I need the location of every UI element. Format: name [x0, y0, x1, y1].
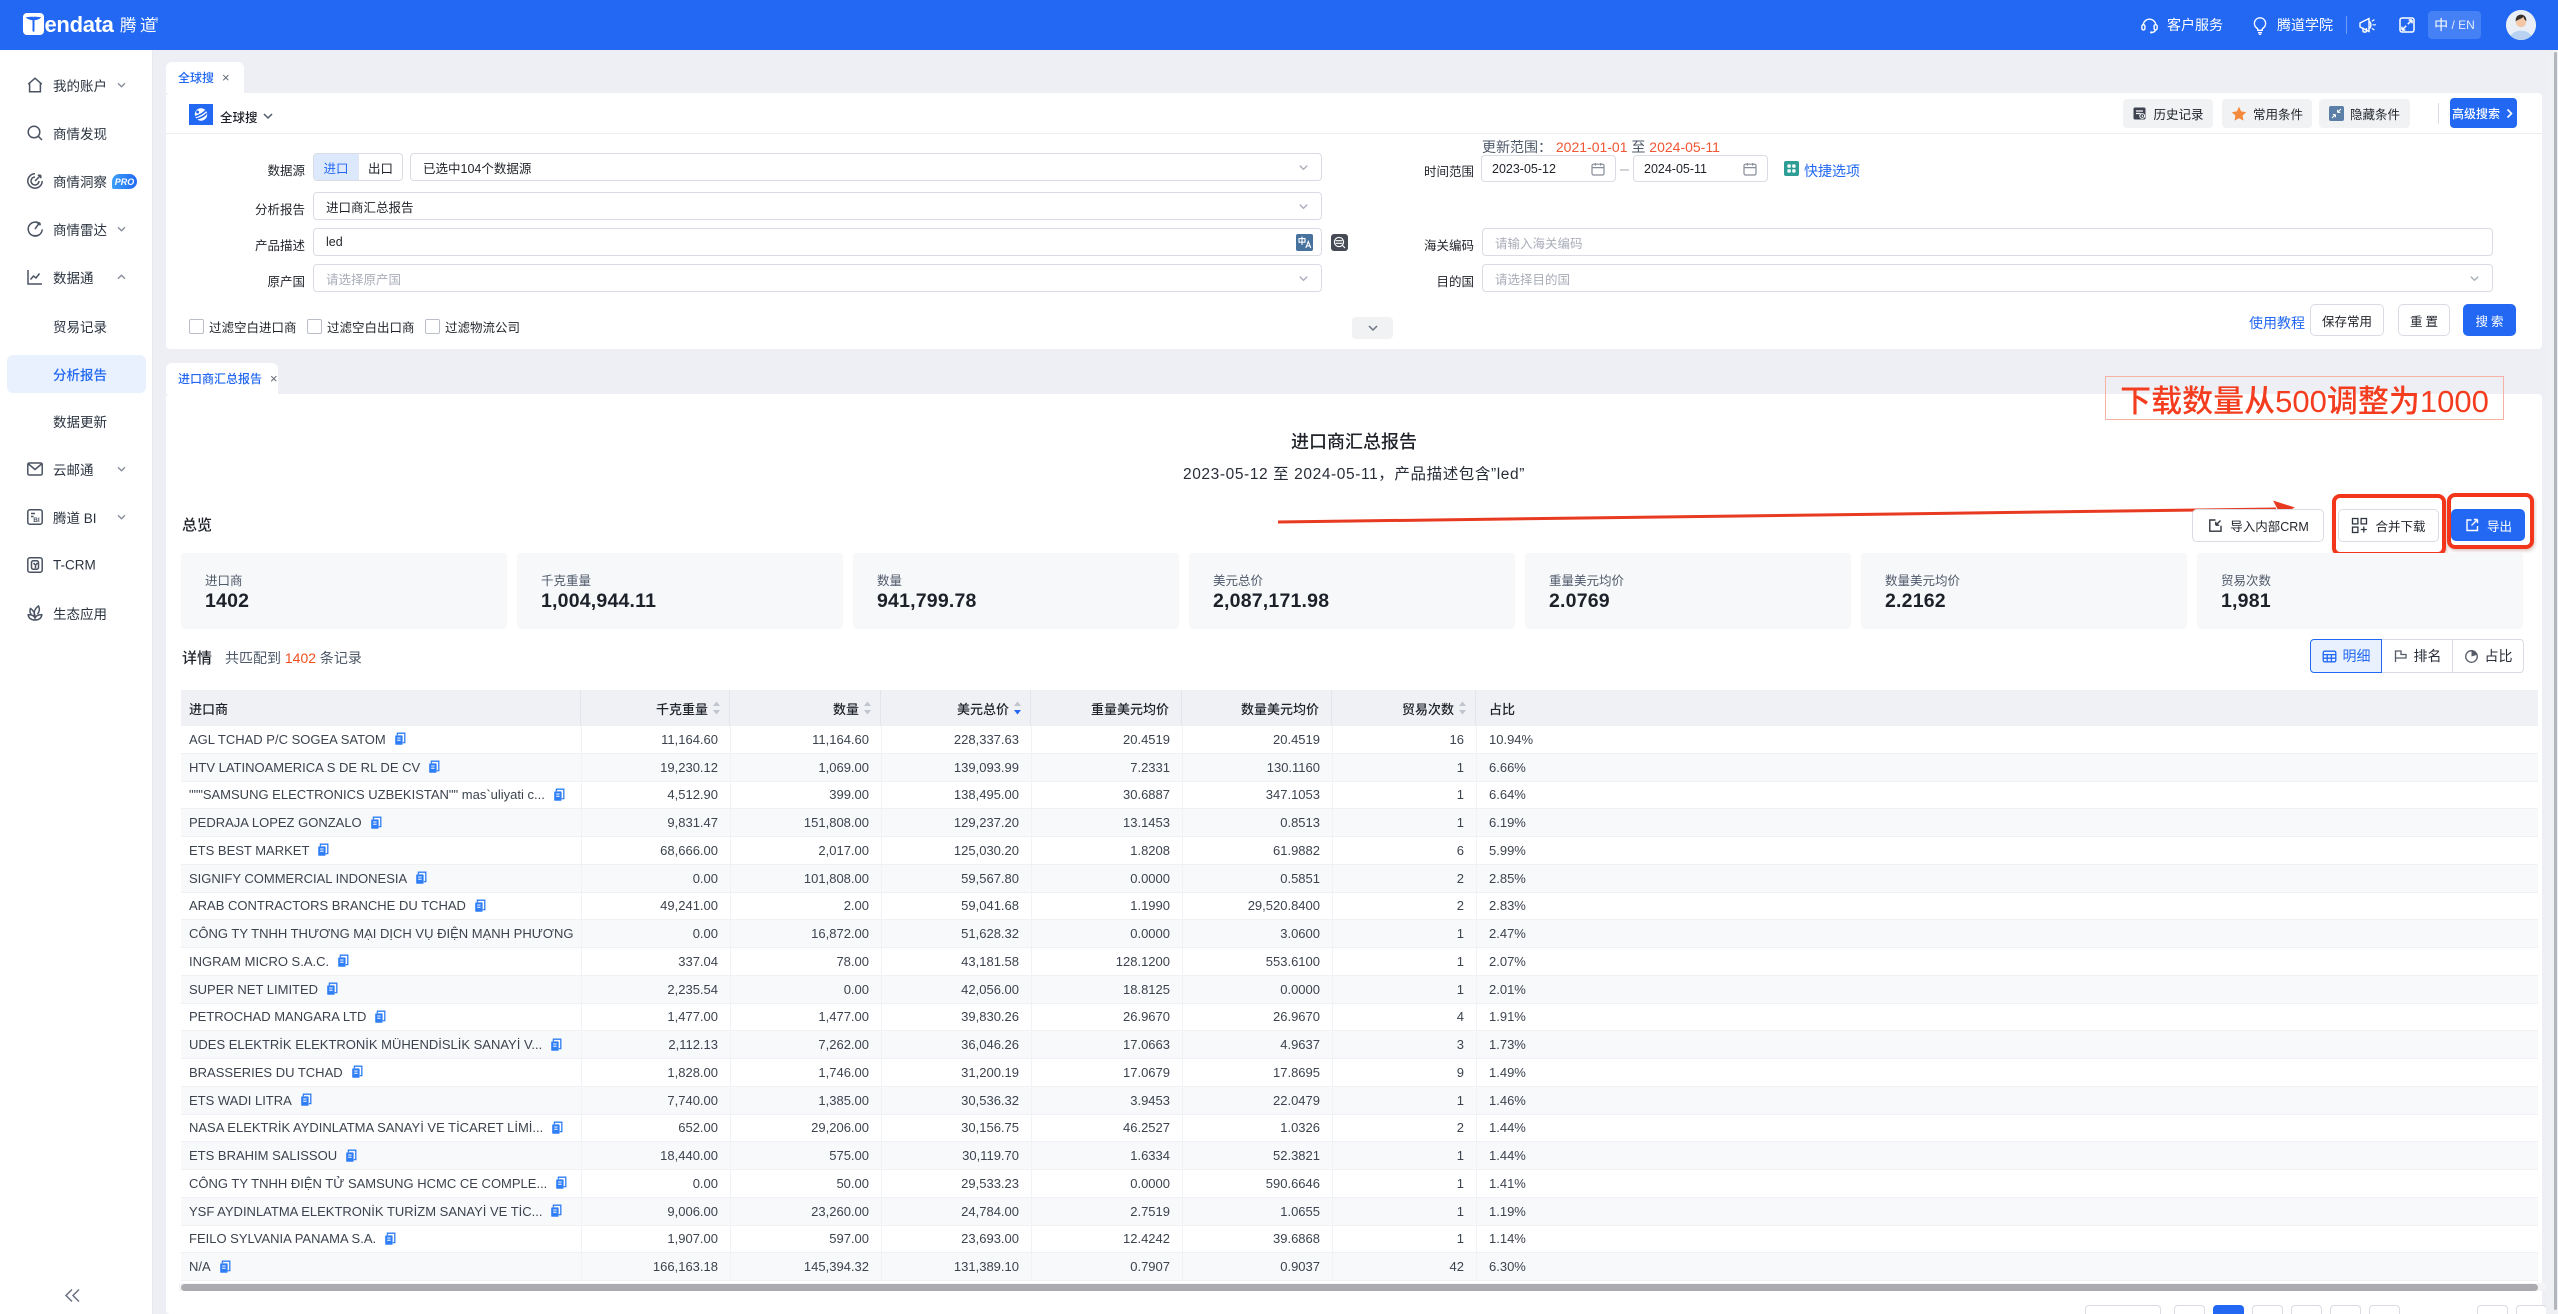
svg-text:endata: endata: [45, 13, 115, 37]
svg-text:®: ®: [155, 17, 159, 25]
svg-text:BI: BI: [33, 517, 40, 524]
svg-text:腾道: 腾道: [120, 13, 158, 36]
